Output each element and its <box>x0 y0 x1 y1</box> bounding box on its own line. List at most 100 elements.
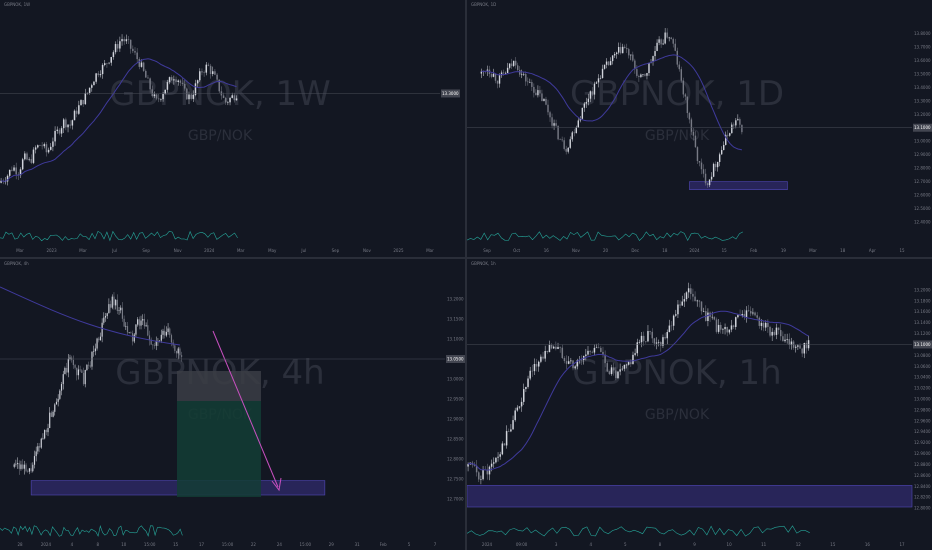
candle-body <box>555 123 557 126</box>
y-tick-label: 13.8000 <box>914 31 931 36</box>
chart-pane-1w[interactable]: GBPNOK, 1W GBP/NOK 13.3000 Mar 2023 Mar Jul Sep… <box>0 0 465 257</box>
candle-body <box>23 464 25 469</box>
candle-body <box>15 167 17 175</box>
candle-body <box>615 370 617 379</box>
x-tick-label: 4 <box>71 542 74 547</box>
x-tick-label: 31 <box>355 542 361 547</box>
candle-body <box>188 94 190 100</box>
candle-body <box>480 479 482 480</box>
candle-body <box>201 71 203 73</box>
candle-body <box>123 39 125 42</box>
candle-body <box>646 73 648 76</box>
x-tick-label: Nov <box>363 248 371 253</box>
candle-body <box>523 74 525 75</box>
candle-body <box>32 464 34 472</box>
candle-body <box>134 51 136 53</box>
candle-body <box>140 62 143 67</box>
demand-zone <box>467 485 913 508</box>
candle-body <box>711 316 713 318</box>
candle-body <box>642 335 645 342</box>
candle-body <box>531 82 533 87</box>
y-tick-label: 12.8600 <box>914 473 931 478</box>
candle-body <box>605 61 608 65</box>
candle-body <box>752 312 754 314</box>
candle-body <box>514 410 516 421</box>
last-price-value: 13.1000 <box>914 342 931 347</box>
x-tick-label: 2024 <box>204 248 215 253</box>
watermark-subtitle: GBP/NOK <box>188 128 253 144</box>
y-tick-label: 13.0000 <box>914 139 931 144</box>
candle-body <box>630 54 632 56</box>
candle-body <box>121 39 123 42</box>
candle-body <box>640 335 643 343</box>
candle-body <box>98 338 100 341</box>
candle-body <box>559 346 561 348</box>
candle-body <box>626 48 628 50</box>
candle-body <box>123 318 125 327</box>
candle-body <box>593 347 596 353</box>
candle-body <box>678 64 680 70</box>
candle-body <box>733 124 735 126</box>
x-tick-label: 28 <box>17 542 23 547</box>
x-tick-label: 15 <box>830 542 836 547</box>
x-tick-label: Feb <box>380 542 388 547</box>
candle-body <box>22 464 24 469</box>
candle-body <box>24 153 26 160</box>
candle-body <box>644 74 646 76</box>
candle-body <box>151 89 154 97</box>
candle-body <box>196 80 199 84</box>
candle-body <box>493 462 495 464</box>
candle-body <box>527 378 529 387</box>
candle-body <box>145 325 147 327</box>
y-tick-label: 12.9400 <box>914 429 931 434</box>
candle-body <box>784 339 786 342</box>
y-tick-label: 13.4000 <box>914 85 931 90</box>
candle-body <box>662 43 664 45</box>
candle-body <box>147 77 149 79</box>
candle-body <box>111 296 113 308</box>
candle-body <box>203 72 205 74</box>
candle-body <box>704 173 707 184</box>
candle-body <box>504 73 507 74</box>
candle-body <box>551 117 553 126</box>
candle-body <box>611 55 614 62</box>
candle-body <box>35 451 37 457</box>
y-tick-label: 13.7000 <box>914 44 931 49</box>
candle-body <box>125 39 128 42</box>
candle-body <box>557 346 559 349</box>
candle-body <box>677 304 679 315</box>
candle-body <box>553 123 555 126</box>
candle-body <box>762 322 765 328</box>
y-tick-label: 12.9000 <box>914 152 931 157</box>
candle-body <box>537 90 539 96</box>
candle-body <box>497 456 499 458</box>
candle-body <box>640 74 642 77</box>
candle-body <box>622 46 624 54</box>
candle-body <box>595 82 598 84</box>
y-tick-label: 12.8000 <box>447 457 464 462</box>
candle-body <box>546 350 549 353</box>
y-tick-label: 12.7500 <box>447 477 464 482</box>
candle-body <box>723 144 725 151</box>
candle-body <box>529 370 531 379</box>
candle-body <box>190 94 192 99</box>
chart-pane-1h[interactable]: GBPNOK, 1h GBP/NOK 13.2000 13.1800 13.1600 13… <box>467 259 932 550</box>
candle-body <box>28 159 30 160</box>
candle-body <box>179 348 181 356</box>
candle-body <box>512 420 514 430</box>
chart-pane-4h[interactable]: GBPNOK, 4hGBP/NOK13.200013.150013.100013… <box>0 259 465 550</box>
candle-body <box>732 325 735 327</box>
candle-body <box>577 120 580 128</box>
candle-body <box>649 331 651 332</box>
candle-body <box>647 331 649 342</box>
candle-body <box>224 97 227 103</box>
candle-body <box>728 329 731 333</box>
candle-body <box>670 325 673 327</box>
candle-body <box>11 169 13 171</box>
candle-body <box>571 132 573 140</box>
chart-pane-1d[interactable]: GBPNOK, 1D GBP/NOK 13.8000 13.7000 13.6000 13… <box>467 0 932 257</box>
candle-body <box>698 161 701 163</box>
x-tick-label: 19 <box>781 248 787 253</box>
candle-body <box>670 37 672 39</box>
candle-body <box>162 94 164 100</box>
